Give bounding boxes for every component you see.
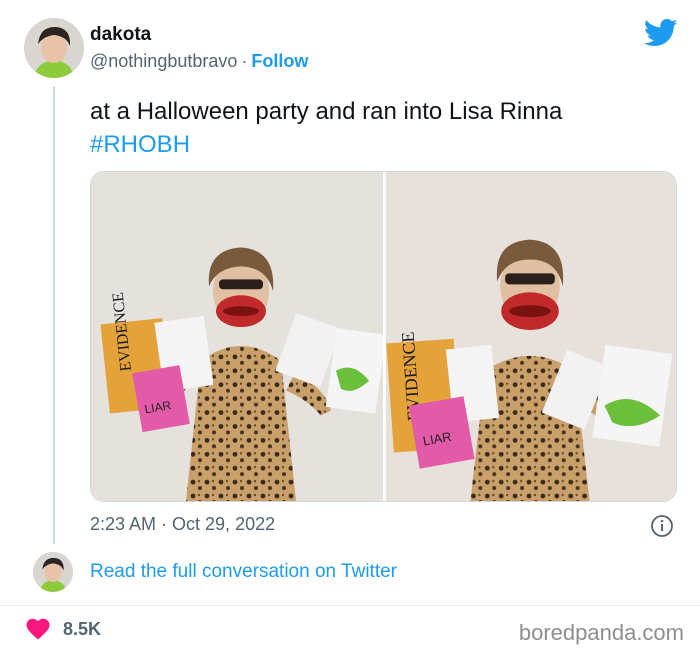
tweet-text: at a Halloween party and ran into Lisa R… [90,95,680,161]
tweet-media[interactable]: EVIDENCE LIAR EVIDENCE LIAR [90,171,677,502]
author-handle-row: @nothingbutbravo · Follow [90,51,308,72]
like-count[interactable]: 8.5K [63,619,101,640]
info-icon[interactable] [650,514,674,538]
costume-photo-1: EVIDENCE LIAR [91,172,383,501]
photo-right[interactable]: EVIDENCE LIAR [386,172,676,501]
read-conversation-link[interactable]: Read the full conversation on Twitter [90,561,397,583]
author-handle[interactable]: @nothingbutbravo [90,51,237,71]
footer-divider [0,605,700,606]
thread-connector-line [53,86,55,544]
tweet-body: at a Halloween party and ran into Lisa R… [90,98,563,125]
heart-icon[interactable] [26,618,50,640]
follow-button[interactable]: Follow [251,51,308,71]
author-display-name[interactable]: dakota [90,24,151,46]
user-avatar-icon [33,552,73,592]
tweet-timestamp[interactable]: 2:23 AM · Oct 29, 2022 [90,514,275,535]
reply-avatar[interactable] [33,552,73,592]
user-avatar-icon [24,18,84,78]
watermark: boredpanda.com [518,620,684,645]
twitter-bird-icon[interactable] [644,18,678,48]
costume-photo-2: EVIDENCE LIAR [386,172,676,501]
author-avatar[interactable] [24,18,84,78]
hashtag-link[interactable]: #RHOBH [90,128,680,161]
photo-left[interactable]: EVIDENCE LIAR [91,172,383,501]
separator-dot: · [241,51,248,71]
